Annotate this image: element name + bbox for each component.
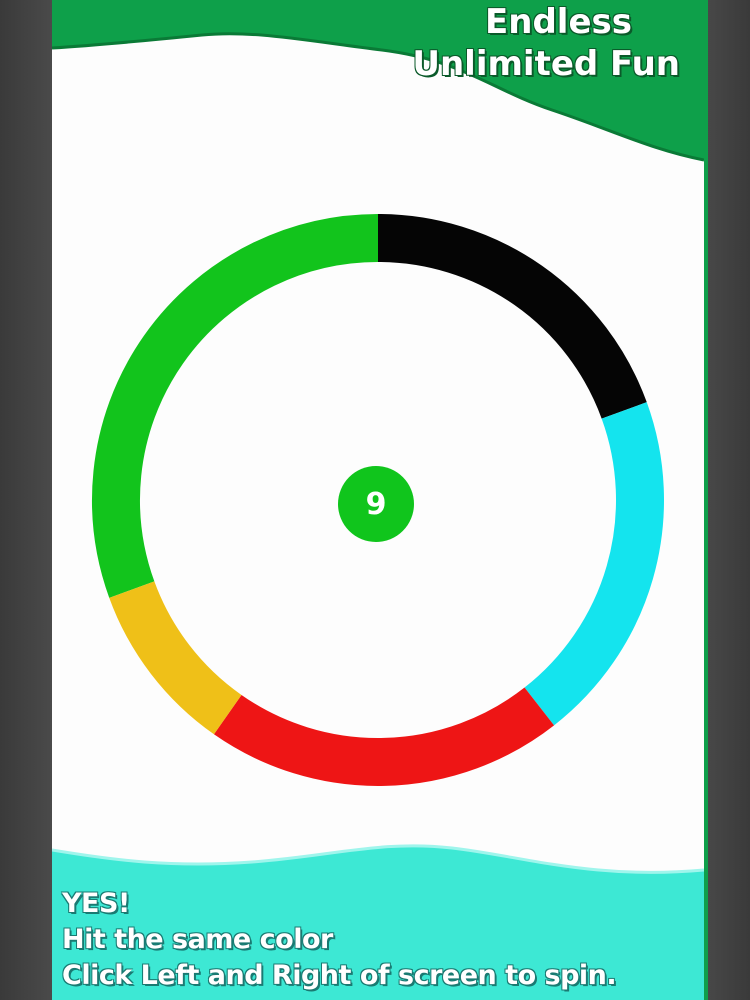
instruction-line2: Hit the same color xyxy=(62,924,333,955)
instruction-line1: YES! xyxy=(62,888,130,919)
instruction-line3: Click Left and Right of screen to spin. xyxy=(62,960,617,991)
ring-segment-red xyxy=(213,687,555,786)
ring-segment-black xyxy=(377,214,647,419)
screen-edge xyxy=(704,0,708,1000)
ring-segment-cyan xyxy=(524,402,664,726)
game-screen[interactable]: Endless Unlimited Fun 9 YES! Hit the sam… xyxy=(52,0,704,1000)
ring-segment-yellow xyxy=(109,580,242,735)
score-ball: 9 xyxy=(338,466,414,542)
score-value: 9 xyxy=(365,486,387,522)
ring-segment-green xyxy=(92,214,379,598)
